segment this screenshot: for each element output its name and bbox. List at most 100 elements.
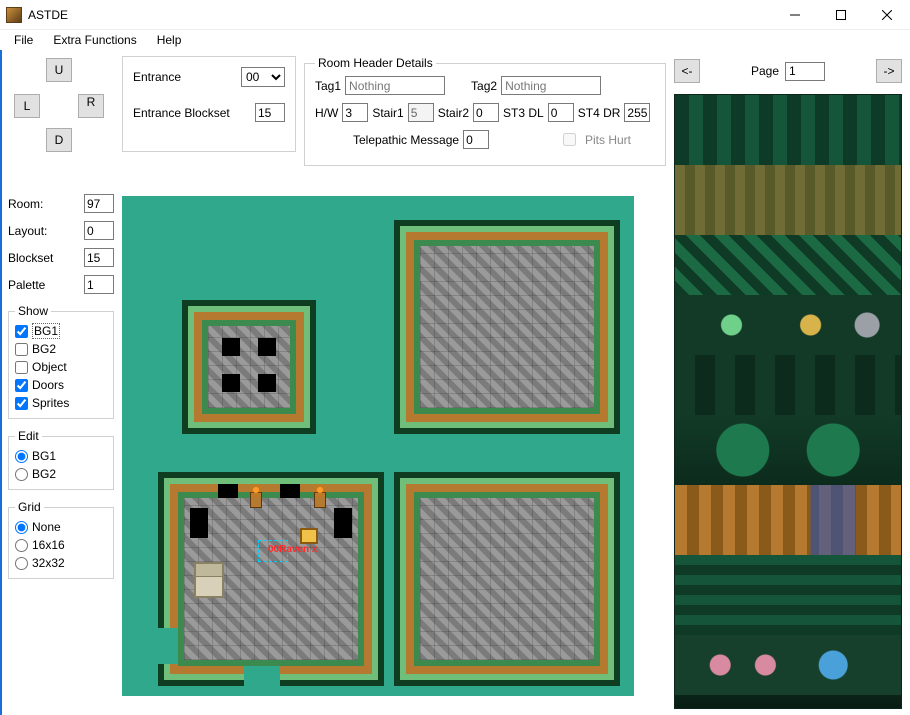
room-input[interactable] (84, 194, 114, 213)
show-doors-checkbox[interactable] (15, 379, 28, 392)
pit-tile[interactable] (190, 508, 208, 538)
show-bg1-label: BG1 (32, 323, 60, 339)
menu-file[interactable]: File (4, 31, 43, 49)
tele-input[interactable] (463, 130, 489, 149)
grid-16-label: 16x16 (32, 538, 65, 552)
show-sprites-checkbox[interactable] (15, 397, 28, 410)
palette-input[interactable] (84, 275, 114, 294)
show-object-checkbox[interactable] (15, 361, 28, 374)
st4dr-label: ST4 DR (578, 106, 621, 120)
blockset-input[interactable] (84, 248, 114, 267)
layout-input[interactable] (84, 221, 114, 240)
stair2-label: Stair2 (438, 106, 469, 120)
hw-label: H/W (315, 106, 338, 120)
pits-hurt-checkbox (563, 133, 576, 146)
edit-bg2-label: BG2 (32, 467, 56, 481)
nav-down-button[interactable]: D (46, 128, 72, 152)
menu-extra[interactable]: Extra Functions (43, 31, 146, 49)
pit-tile[interactable] (280, 484, 300, 498)
stair1-label: Stair1 (372, 106, 403, 120)
grid-32-label: 32x32 (32, 556, 65, 570)
room-top-right[interactable] (394, 220, 620, 434)
maximize-button[interactable] (818, 0, 864, 30)
center-area: Entrance 00 Entrance Blockset Room Heade… (120, 50, 674, 715)
entrance-blockset-label: Entrance Blockset (133, 106, 230, 120)
page-next-button[interactable]: -> (876, 59, 902, 83)
edit-bg1-radio[interactable] (15, 450, 28, 463)
pit-tile[interactable] (334, 508, 352, 538)
entrance-panel: Entrance 00 Entrance Blockset (122, 56, 296, 152)
room-label: Room: (8, 197, 43, 211)
page-label: Page (751, 64, 779, 78)
nav-up-button[interactable]: U (46, 58, 72, 82)
entrance-label: Entrance (133, 70, 181, 84)
room-top-left[interactable] (182, 300, 316, 434)
right-panel: <- Page -> (674, 50, 910, 715)
grid-panel: Grid None 16x16 32x32 (8, 500, 114, 579)
menu-help[interactable]: Help (147, 31, 192, 49)
tag1-label: Tag1 (315, 79, 341, 93)
grid-none-radio[interactable] (15, 521, 28, 534)
pits-hurt-label: Pits Hurt (585, 133, 631, 147)
room-bottom-right[interactable] (394, 472, 620, 686)
layout-label: Layout: (8, 224, 47, 238)
window-title: ASTDE (28, 8, 68, 22)
nav-dpad: U L R D (8, 58, 114, 154)
show-panel: Show BG1 BG2 Object Doors Sprites (8, 304, 114, 419)
app-icon (6, 7, 22, 23)
show-sprites-label: Sprites (32, 396, 69, 410)
menubar: File Extra Functions Help (0, 30, 910, 50)
tag2-label: Tag2 (471, 79, 497, 93)
pit-tile[interactable] (222, 374, 240, 392)
titlebar: ASTDE (0, 0, 910, 30)
show-bg1-checkbox[interactable] (15, 325, 28, 338)
st4dr-input[interactable] (624, 103, 650, 122)
st3dl-label: ST3 DL (503, 106, 544, 120)
show-object-label: Object (32, 360, 67, 374)
grid-16-radio[interactable] (15, 539, 28, 552)
left-sidebar: U L R D Room: Layout: Blockset Palette (2, 50, 120, 715)
show-bg2-label: BG2 (32, 342, 56, 356)
chest-object[interactable] (300, 528, 318, 544)
edit-legend: Edit (15, 429, 42, 443)
entrance-blockset-input[interactable] (255, 103, 285, 122)
sprite-label: 00Raven x (268, 544, 317, 555)
bed-object[interactable] (194, 562, 224, 598)
stair2-input[interactable] (473, 103, 499, 122)
hw-input[interactable] (342, 103, 368, 122)
pit-tile[interactable] (222, 338, 240, 356)
tileset-pager: <- Page -> (674, 56, 902, 86)
tileset-palette[interactable] (674, 94, 902, 709)
tag2-input[interactable] (501, 76, 601, 95)
minimize-button[interactable] (772, 0, 818, 30)
pit-tile[interactable] (218, 484, 238, 498)
room-bottom-left[interactable]: 00Raven x (158, 472, 384, 686)
torch-object[interactable] (314, 492, 326, 508)
edit-bg2-radio[interactable] (15, 468, 28, 481)
blockset-label: Blockset (8, 251, 53, 265)
entrance-select[interactable]: 00 (241, 67, 285, 87)
edit-panel: Edit BG1 BG2 (8, 429, 114, 490)
pit-tile[interactable] (258, 338, 276, 356)
stair1-input (408, 103, 434, 122)
nav-right-button[interactable]: R (78, 94, 104, 118)
st3dl-input[interactable] (548, 103, 574, 122)
page-input[interactable] (785, 62, 825, 81)
tag1-input[interactable] (345, 76, 445, 95)
show-bg2-checkbox[interactable] (15, 343, 28, 356)
grid-32-radio[interactable] (15, 557, 28, 570)
page-prev-button[interactable]: <- (674, 59, 700, 83)
map-canvas[interactable]: 00Raven x (122, 196, 634, 696)
close-button[interactable] (864, 0, 910, 30)
show-legend: Show (15, 304, 51, 318)
show-doors-label: Doors (32, 378, 64, 392)
torch-object[interactable] (250, 492, 262, 508)
room-header-legend: Room Header Details (315, 56, 436, 70)
grid-none-label: None (32, 520, 61, 534)
nav-left-button[interactable]: L (14, 94, 40, 118)
grid-legend: Grid (15, 500, 44, 514)
palette-label: Palette (8, 278, 45, 292)
edit-bg1-label: BG1 (32, 449, 56, 463)
pit-tile[interactable] (258, 374, 276, 392)
room-header-panel: Room Header Details Tag1 Tag2 H/W Stair1… (304, 56, 666, 166)
